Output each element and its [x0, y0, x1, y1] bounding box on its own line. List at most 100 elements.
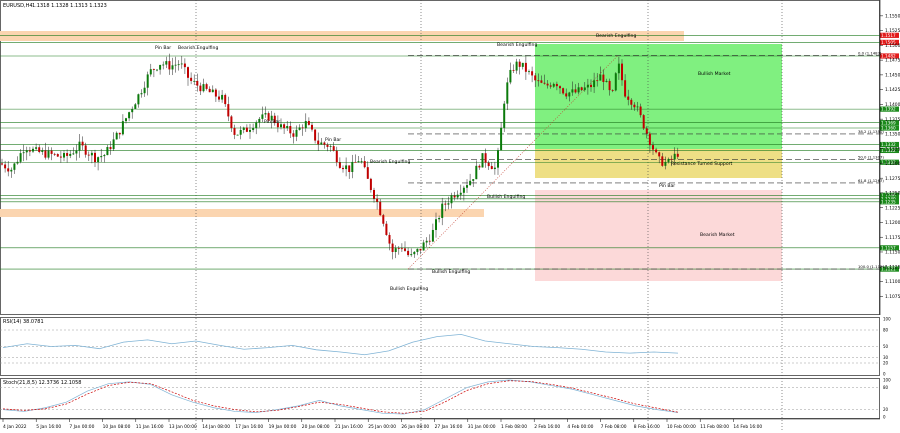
candle-up	[673, 153, 676, 160]
candle-down	[484, 153, 487, 163]
candle-up	[481, 153, 484, 168]
time-tick-label: 4 Jan 2022	[3, 424, 27, 430]
candle-up	[149, 69, 152, 75]
candle-up	[249, 129, 251, 132]
stoch-tick-label: 20	[883, 407, 889, 412]
bearish-market-zone	[535, 190, 782, 281]
candle-up	[128, 112, 131, 119]
candle-up	[450, 195, 453, 204]
candle-up	[320, 142, 323, 145]
candle-up	[351, 161, 354, 173]
candle-up	[19, 153, 22, 162]
candle-down	[385, 223, 388, 235]
price-tick-label: 1.1125	[885, 264, 900, 270]
candle-down	[608, 80, 611, 91]
candle-up	[146, 74, 149, 88]
candle-up	[143, 87, 146, 94]
candle-up	[577, 87, 580, 93]
price-tick-label: 1.1200	[885, 220, 900, 226]
candle-up	[202, 84, 205, 92]
candle-down	[224, 94, 227, 105]
pattern-annotation: Bullish Market	[698, 71, 731, 77]
candle-up	[469, 180, 472, 186]
candle-down	[369, 178, 372, 190]
candle-up	[304, 120, 307, 129]
fibo-label: 0.0 (1.1483)	[858, 50, 882, 55]
candle-down	[559, 86, 561, 89]
resistance-zone	[0, 31, 684, 41]
candle-down	[94, 152, 96, 163]
candle-up	[177, 64, 180, 66]
candle-up	[295, 129, 298, 137]
time-tick-label: 19 Jan 00:00	[269, 424, 297, 430]
candle-up	[431, 229, 434, 242]
candle-down	[537, 80, 540, 82]
candle-up	[258, 118, 261, 123]
candle-down	[354, 161, 357, 163]
candle-up	[583, 87, 586, 91]
price-tick-label: 1.1225	[885, 205, 900, 211]
pattern-annotation: Resistance Turned Support	[671, 161, 733, 167]
candle-up	[174, 64, 177, 66]
candle-down	[338, 162, 341, 168]
candle-up	[41, 150, 44, 153]
candle-down	[342, 167, 344, 170]
candle-up	[636, 106, 639, 108]
candle-down	[81, 141, 84, 146]
candle-down	[555, 83, 558, 87]
candle-down	[642, 115, 645, 129]
price-tick-label: 1.1375	[885, 117, 900, 123]
candle-down	[38, 147, 41, 153]
candle-up	[242, 127, 245, 130]
candle-up	[211, 89, 214, 93]
candle-up	[394, 248, 397, 252]
rsi-tick-label: 80	[883, 328, 889, 333]
pattern-annotation: Pin Bar	[659, 183, 675, 189]
candle-down	[314, 129, 317, 141]
candle-down	[580, 87, 583, 91]
time-tick-label: 21 Jan 16:00	[335, 424, 363, 430]
candle-down	[44, 150, 47, 158]
pattern-annotation: Bearish Market	[700, 232, 735, 238]
candle-down	[400, 248, 403, 250]
candle-down	[230, 116, 233, 129]
candle-up	[614, 73, 617, 91]
candle-up	[261, 114, 264, 119]
candle-up	[156, 69, 158, 71]
candle-up	[599, 74, 602, 81]
candle-up	[280, 124, 282, 128]
candle-down	[549, 85, 552, 87]
candle-up	[298, 127, 301, 130]
candle-up	[264, 113, 267, 115]
candle-down	[1, 163, 3, 165]
candle-up	[515, 61, 518, 71]
candle-down	[50, 150, 53, 154]
price-tick-label: 1.1075	[885, 294, 900, 300]
price-tick-label: 1.1475	[885, 58, 900, 64]
candle-down	[518, 61, 521, 67]
candle-down	[311, 124, 313, 130]
candle-up	[497, 150, 499, 168]
candle-up	[475, 165, 478, 180]
time-tick-label: 26 Jan 08:00	[401, 424, 429, 430]
candle-down	[487, 162, 490, 167]
rsi-tick-label: 100	[883, 317, 891, 322]
candle-down	[444, 203, 447, 205]
candle-up	[69, 153, 72, 156]
candle-down	[596, 80, 599, 82]
time-tick-label: 8 Feb 16:00	[634, 424, 660, 430]
pattern-annotation: Bullish Engulfing	[390, 286, 428, 292]
price-tick-label: 1.1300	[885, 161, 900, 167]
candle-down	[428, 240, 431, 242]
candle-down	[208, 88, 211, 93]
candle-up	[171, 65, 174, 70]
candle-up	[552, 83, 555, 87]
price-tick-label: 1.1150	[885, 250, 900, 256]
candle-up	[413, 251, 416, 255]
pattern-annotation: Bearish Engulfing	[497, 42, 537, 48]
candle-down	[658, 152, 661, 157]
candle-up	[466, 185, 468, 188]
candle-up	[357, 161, 360, 163]
candle-up	[571, 89, 574, 93]
candle-down	[611, 90, 614, 91]
